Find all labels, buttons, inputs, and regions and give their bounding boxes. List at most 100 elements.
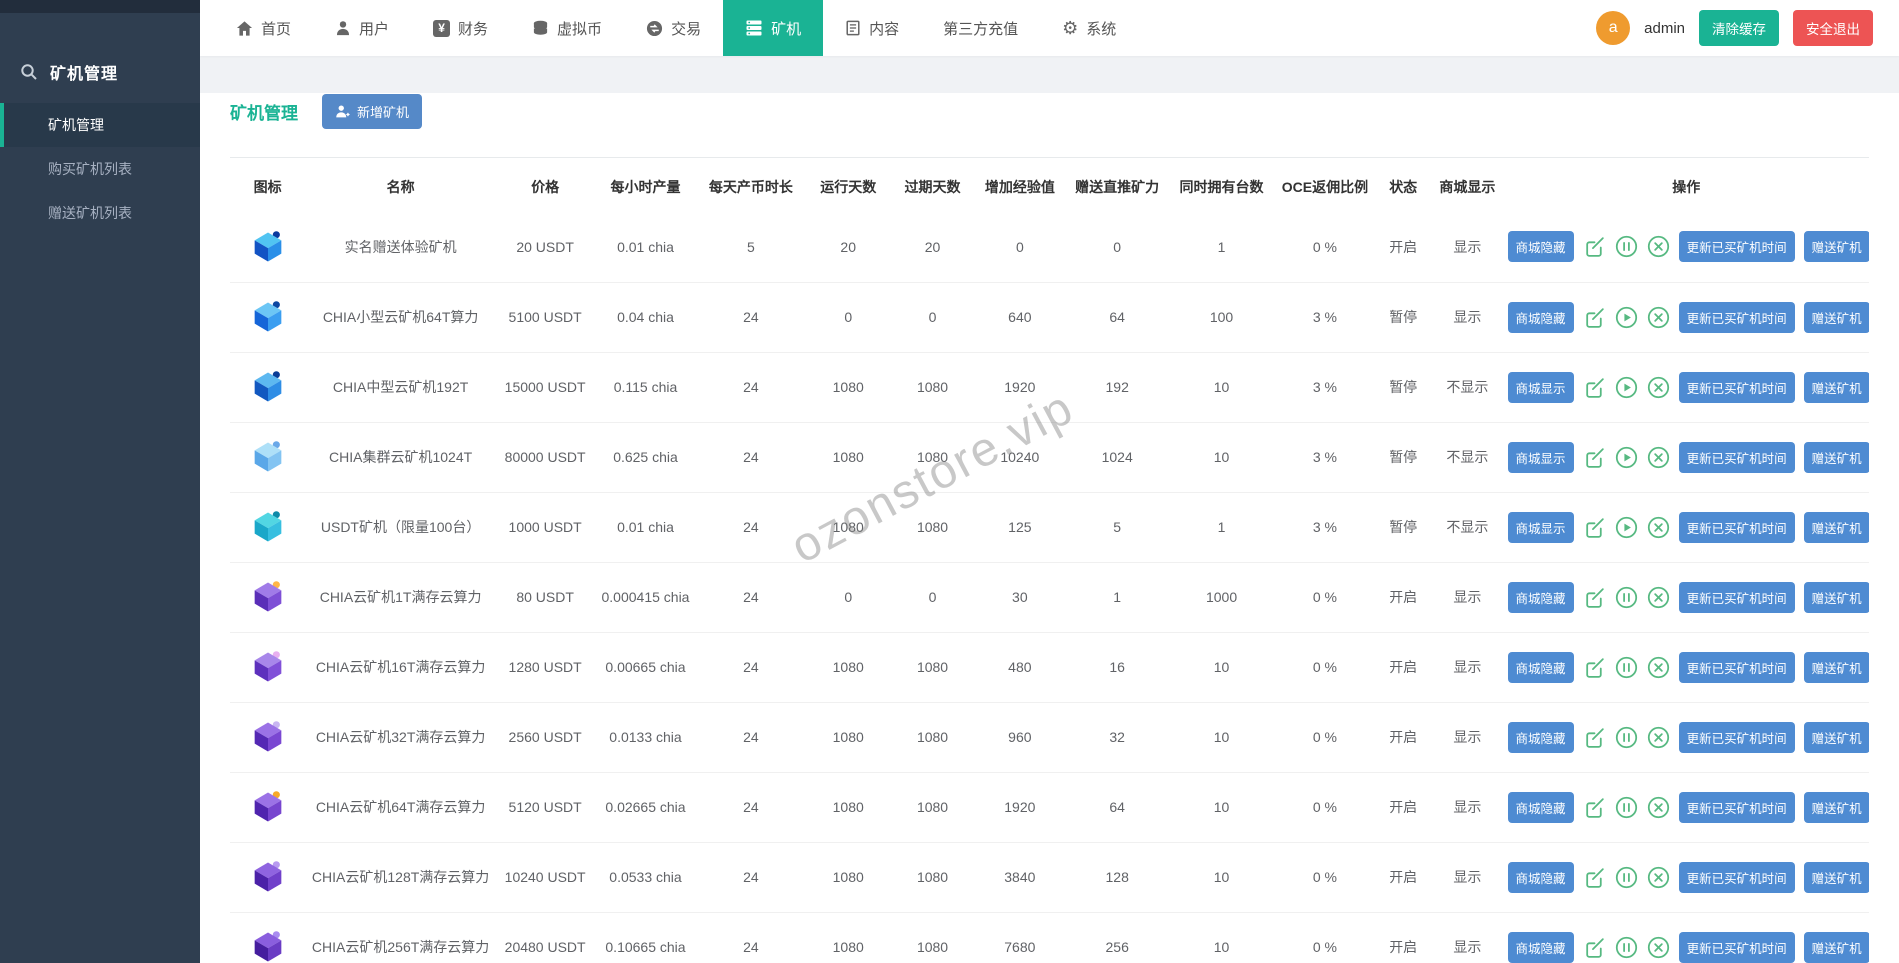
- delete-button[interactable]: [1647, 586, 1670, 609]
- mall-toggle-button[interactable]: 商城隐藏: [1508, 582, 1574, 613]
- table-row: CHIA云矿机128T满存云算力 10240 USDT 0.0533 chia …: [230, 842, 1869, 912]
- gift-miner-button[interactable]: 赠送矿机: [1804, 722, 1869, 753]
- edit-button[interactable]: [1583, 866, 1606, 889]
- gift-miner-button[interactable]: 赠送矿机: [1804, 442, 1869, 473]
- pause-circle-icon: [1615, 235, 1638, 258]
- miner-product-icon: [248, 927, 288, 963]
- mall-toggle-button[interactable]: 商城隐藏: [1508, 722, 1574, 753]
- mall-toggle-button[interactable]: 商城显示: [1508, 442, 1574, 473]
- edit-icon: [1583, 516, 1606, 539]
- sidebar-item-miner-manage[interactable]: 矿机管理: [0, 103, 200, 147]
- toggle-status-button[interactable]: [1615, 726, 1638, 749]
- update-bought-time-button[interactable]: 更新已买矿机时间: [1679, 231, 1795, 262]
- mall-toggle-button[interactable]: 商城显示: [1508, 512, 1574, 543]
- cell-hourly-output: 0.02665 chia: [594, 772, 696, 842]
- gift-miner-button[interactable]: 赠送矿机: [1804, 231, 1869, 262]
- delete-button[interactable]: [1647, 235, 1670, 258]
- delete-button[interactable]: [1647, 936, 1670, 959]
- cell-icon: [230, 212, 305, 282]
- gift-miner-button[interactable]: 赠送矿机: [1804, 652, 1869, 683]
- nav-item-system[interactable]: ⚙ 系统: [1040, 0, 1138, 56]
- update-bought-time-button[interactable]: 更新已买矿机时间: [1679, 512, 1795, 543]
- update-bought-time-button[interactable]: 更新已买矿机时间: [1679, 722, 1795, 753]
- toggle-status-button[interactable]: [1615, 796, 1638, 819]
- gift-miner-button[interactable]: 赠送矿机: [1804, 792, 1869, 823]
- toggle-status-button[interactable]: [1615, 656, 1638, 679]
- gift-miner-button[interactable]: 赠送矿机: [1804, 302, 1869, 333]
- mall-toggle-button[interactable]: 商城隐藏: [1508, 862, 1574, 893]
- mall-toggle-button[interactable]: 商城隐藏: [1508, 792, 1574, 823]
- update-bought-time-button[interactable]: 更新已买矿机时间: [1679, 792, 1795, 823]
- edit-button[interactable]: [1583, 306, 1606, 329]
- cell-oce-rate: 0 %: [1275, 702, 1375, 772]
- gift-miner-button[interactable]: 赠送矿机: [1804, 862, 1869, 893]
- toggle-status-button[interactable]: [1615, 586, 1638, 609]
- table-row: 实名赠送体验矿机 20 USDT 0.01 chia 5 20 20 0 0 1…: [230, 212, 1869, 282]
- edit-button[interactable]: [1583, 726, 1606, 749]
- delete-button[interactable]: [1647, 516, 1670, 539]
- gift-miner-button[interactable]: 赠送矿机: [1804, 372, 1869, 403]
- delete-button[interactable]: [1647, 306, 1670, 329]
- clear-cache-button[interactable]: 清除缓存: [1699, 10, 1779, 46]
- delete-button[interactable]: [1647, 866, 1670, 889]
- cell-operations: 商城隐藏: [1504, 632, 1869, 702]
- edit-button[interactable]: [1583, 936, 1606, 959]
- nav-item-third-party-recharge[interactable]: 第三方充值: [921, 0, 1040, 56]
- mall-toggle-button[interactable]: 商城显示: [1508, 372, 1574, 403]
- cell-name: CHIA云矿机16T满存云算力: [305, 632, 496, 702]
- nav-item-trade[interactable]: 交易: [624, 0, 723, 56]
- update-bought-time-button[interactable]: 更新已买矿机时间: [1679, 442, 1795, 473]
- sidebar-item-bought-miner-list[interactable]: 购买矿机列表: [0, 147, 200, 191]
- sidebar-item-gift-miner-list[interactable]: 赠送矿机列表: [0, 191, 200, 235]
- cell-price: 2560 USDT: [496, 702, 594, 772]
- mall-toggle-button[interactable]: 商城隐藏: [1508, 231, 1574, 262]
- cell-max-owned: 10: [1168, 352, 1274, 422]
- edit-button[interactable]: [1583, 796, 1606, 819]
- update-bought-time-button[interactable]: 更新已买矿机时间: [1679, 652, 1795, 683]
- nav-item-finance[interactable]: ¥ 财务: [411, 0, 510, 56]
- toggle-status-button[interactable]: [1615, 235, 1638, 258]
- cell-daily-hours: 24: [697, 422, 805, 492]
- delete-button[interactable]: [1647, 656, 1670, 679]
- nav-item-home[interactable]: 首页: [214, 0, 313, 56]
- logout-button[interactable]: 安全退出: [1793, 10, 1873, 46]
- nav-item-virtual-coin[interactable]: 虚拟币: [510, 0, 624, 56]
- gift-miner-button[interactable]: 赠送矿机: [1804, 582, 1869, 613]
- edit-button[interactable]: [1583, 586, 1606, 609]
- gift-miner-button[interactable]: 赠送矿机: [1804, 932, 1869, 963]
- update-bought-time-button[interactable]: 更新已买矿机时间: [1679, 582, 1795, 613]
- cell-run-days: 0: [805, 562, 891, 632]
- toggle-status-button[interactable]: [1615, 376, 1638, 399]
- mall-toggle-button[interactable]: 商城隐藏: [1508, 302, 1574, 333]
- mall-toggle-button[interactable]: 商城隐藏: [1508, 932, 1574, 963]
- delete-button[interactable]: [1647, 726, 1670, 749]
- edit-button[interactable]: [1583, 516, 1606, 539]
- add-miner-button[interactable]: 新增矿机: [322, 94, 422, 129]
- toggle-status-button[interactable]: [1615, 516, 1638, 539]
- gift-miner-button[interactable]: 赠送矿机: [1804, 512, 1869, 543]
- avatar[interactable]: a: [1596, 11, 1630, 45]
- delete-button[interactable]: [1647, 376, 1670, 399]
- nav-item-miner[interactable]: 矿机: [723, 0, 823, 56]
- toggle-status-button[interactable]: [1615, 866, 1638, 889]
- update-bought-time-button[interactable]: 更新已买矿机时间: [1679, 862, 1795, 893]
- delete-button[interactable]: [1647, 446, 1670, 469]
- toggle-status-button[interactable]: [1615, 936, 1638, 959]
- update-bought-time-button[interactable]: 更新已买矿机时间: [1679, 372, 1795, 403]
- nav-item-content[interactable]: 内容: [823, 0, 921, 56]
- mall-toggle-button[interactable]: 商城隐藏: [1508, 652, 1574, 683]
- edit-button[interactable]: [1583, 446, 1606, 469]
- update-bought-time-button[interactable]: 更新已买矿机时间: [1679, 302, 1795, 333]
- nav-item-users[interactable]: 用户: [313, 0, 411, 56]
- toggle-status-button[interactable]: [1615, 306, 1638, 329]
- edit-button[interactable]: [1583, 376, 1606, 399]
- delete-button[interactable]: [1647, 796, 1670, 819]
- edit-button[interactable]: [1583, 235, 1606, 258]
- update-bought-time-button[interactable]: 更新已买矿机时间: [1679, 932, 1795, 963]
- close-circle-icon: [1647, 446, 1670, 469]
- cell-daily-hours: 24: [697, 352, 805, 422]
- toggle-status-button[interactable]: [1615, 446, 1638, 469]
- cell-exp-gain: 3840: [974, 842, 1066, 912]
- edit-button[interactable]: [1583, 656, 1606, 679]
- coins-database-icon: [532, 20, 549, 37]
